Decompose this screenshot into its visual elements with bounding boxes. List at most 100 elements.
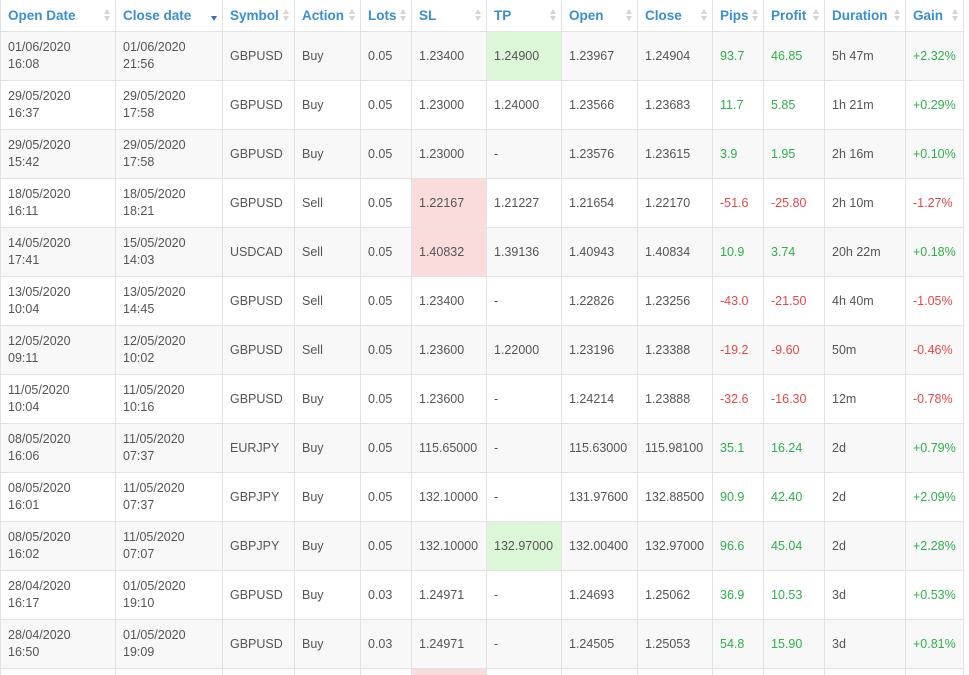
- profit-cell: -16.30: [763, 374, 825, 424]
- column-header-close-date[interactable]: Close date: [115, 0, 223, 32]
- sort-arrows-icon[interactable]: [813, 9, 820, 21]
- open-date-cell: 29/05/2020 16:37: [0, 80, 116, 130]
- close-date-cell: 11/05/2020 07:07: [115, 521, 223, 571]
- duration-cell: 2h 10m: [824, 178, 906, 228]
- sl-cell: 1.23400: [411, 31, 487, 81]
- close-date-cell: 01/05/2020 19:10: [115, 570, 223, 620]
- tp-cell: -: [486, 570, 562, 620]
- open-date-cell: 11/05/2020 10:04: [0, 374, 116, 424]
- table-row[interactable]: 28/04/2020 16:17 01/05/2020 19:10 GBPUSD Buy 0…: [0, 570, 964, 620]
- table-row[interactable]: 18/05/2020 16:11 18/05/2020 18:21 GBPUSD Sell…: [0, 178, 964, 228]
- table-row[interactable]: 12/05/2020 09:11 12/05/2020 10:02 GBPUSD Sell…: [0, 325, 964, 375]
- partial-cell: [0, 668, 116, 675]
- action-cell: Sell: [294, 276, 361, 326]
- sort-arrows-icon[interactable]: [400, 9, 407, 21]
- sort-arrows-icon[interactable]: [894, 9, 901, 21]
- column-header-close[interactable]: Close: [637, 0, 713, 32]
- sort-arrows-icon[interactable]: [701, 9, 708, 21]
- column-header-action[interactable]: Action: [294, 0, 361, 32]
- lots-cell: 0.05: [360, 472, 412, 522]
- column-header-label: Close date: [123, 8, 192, 23]
- profit-cell: -9.60: [763, 325, 825, 375]
- table-body: 01/06/2020 16:08 01/06/2020 21:56 GBPUSD Buy 0…: [0, 31, 964, 675]
- sort-arrows-icon[interactable]: [550, 9, 557, 21]
- sl-cell: 1.24971: [411, 570, 487, 620]
- gain-cell: -0.78%: [905, 374, 964, 424]
- close-date-cell-time: 07:07: [123, 547, 155, 561]
- close-date-cell: 13/05/2020 14:45: [115, 276, 223, 326]
- column-header-open-date[interactable]: Open Date: [0, 0, 116, 32]
- gain-cell: +0.29%: [905, 80, 964, 130]
- tp-cell: 1.24900: [486, 31, 562, 81]
- column-header-tp[interactable]: TP: [486, 0, 562, 32]
- close-date-cell-day: 01/06/2020: [123, 40, 186, 54]
- column-header-profit[interactable]: Profit: [763, 0, 825, 32]
- close-date-cell-time: 14:45: [123, 302, 155, 316]
- sort-arrows-icon[interactable]: [283, 9, 290, 21]
- table-row[interactable]: 14/05/2020 17:41 15/05/2020 14:03 USDCAD Sell…: [0, 227, 964, 277]
- close-date-cell-time: 21:56: [123, 57, 155, 71]
- column-header-label: Duration: [832, 8, 888, 23]
- table-row[interactable]: 08/05/2020 16:02 11/05/2020 07:07 GBPJPY Buy 0…: [0, 521, 964, 571]
- table-row[interactable]: 01/06/2020 16:08 01/06/2020 21:56 GBPUSD Buy 0…: [0, 31, 964, 81]
- lots-cell: 0.05: [360, 374, 412, 424]
- close-date-cell: 12/05/2020 10:02: [115, 325, 223, 375]
- open-date-cell-time: 16:02: [8, 547, 40, 561]
- partial-cell: [486, 668, 562, 675]
- profit-cell: 15.90: [763, 619, 825, 669]
- pips-cell: 11.7: [712, 80, 764, 130]
- gain-cell: +0.53%: [905, 570, 964, 620]
- column-header-symbol[interactable]: Symbol: [222, 0, 295, 32]
- close-date-cell-day: 11/05/2020: [123, 530, 185, 544]
- symbol-cell: GBPUSD: [222, 325, 295, 375]
- partial-cell: [222, 668, 295, 675]
- open-date-cell-time: 16:01: [8, 498, 40, 512]
- pips-cell: -51.6: [712, 178, 764, 228]
- pips-cell: -19.2: [712, 325, 764, 375]
- column-header-sl[interactable]: SL: [411, 0, 487, 32]
- pips-cell: 90.9: [712, 472, 764, 522]
- close-date-cell: 29/05/2020 17:58: [115, 80, 223, 130]
- column-header-label: Gain: [913, 8, 944, 23]
- sort-arrows-icon[interactable]: [626, 9, 633, 21]
- sort-arrows-icon[interactable]: [349, 9, 356, 21]
- close-cell: 1.22170: [637, 178, 713, 228]
- table-row[interactable]: 28/04/2020 16:50 01/05/2020 19:09 GBPUSD Buy 0…: [0, 619, 964, 669]
- column-header-label: Open Date: [8, 8, 76, 23]
- column-header-pips[interactable]: Pips: [712, 0, 764, 32]
- column-header-open[interactable]: Open: [561, 0, 638, 32]
- open-date-cell-day: 12/05/2020: [8, 334, 71, 348]
- sort-arrows-icon[interactable]: [211, 9, 218, 21]
- open-date-cell-time: 16:50: [8, 645, 40, 659]
- sl-cell: 1.40832: [411, 227, 487, 277]
- profit-cell: -21.50: [763, 276, 825, 326]
- sort-arrows-icon[interactable]: [952, 9, 959, 21]
- tp-cell: 1.24000: [486, 80, 562, 130]
- column-header-gain[interactable]: Gain: [905, 0, 964, 32]
- open-date-cell: 28/04/2020 16:17: [0, 570, 116, 620]
- sl-cell: 1.23400: [411, 276, 487, 326]
- table-row[interactable]: 13/05/2020 10:04 13/05/2020 14:45 GBPUSD Sell…: [0, 276, 964, 326]
- open-date-cell-day: 13/05/2020: [8, 285, 71, 299]
- open-cell: 115.63000: [561, 423, 638, 473]
- table-row[interactable]: 29/05/2020 15:42 29/05/2020 17:58 GBPUSD Buy 0…: [0, 129, 964, 179]
- open-date-cell-time: 17:41: [8, 253, 40, 267]
- sl-cell: 1.24971: [411, 619, 487, 669]
- open-date-cell: 08/05/2020 16:06: [0, 423, 116, 473]
- table-row[interactable]: 08/05/2020 16:01 11/05/2020 07:37 GBPJPY Buy 0…: [0, 472, 964, 522]
- table-row[interactable]: 29/05/2020 16:37 29/05/2020 17:58 GBPUSD Buy 0…: [0, 80, 964, 130]
- sort-arrows-icon[interactable]: [752, 9, 759, 21]
- profit-cell: -25.80: [763, 178, 825, 228]
- table-row[interactable]: 11/05/2020 10:04 11/05/2020 10:16 GBPUSD Buy 0…: [0, 374, 964, 424]
- symbol-cell: GBPUSD: [222, 570, 295, 620]
- column-header-duration[interactable]: Duration: [824, 0, 906, 32]
- gain-cell: +2.32%: [905, 31, 964, 81]
- pips-cell: 3.9: [712, 129, 764, 179]
- table-header-row: Open Date Close date Symbol Action Lots SL TP O…: [0, 0, 964, 32]
- column-header-lots[interactable]: Lots: [360, 0, 412, 32]
- lots-cell: 0.05: [360, 80, 412, 130]
- sort-arrows-icon[interactable]: [475, 9, 482, 21]
- sort-arrows-icon[interactable]: [104, 9, 111, 21]
- close-date-cell-day: 01/05/2020: [123, 628, 186, 642]
- table-row[interactable]: 08/05/2020 16:06 11/05/2020 07:37 EURJPY Buy 0…: [0, 423, 964, 473]
